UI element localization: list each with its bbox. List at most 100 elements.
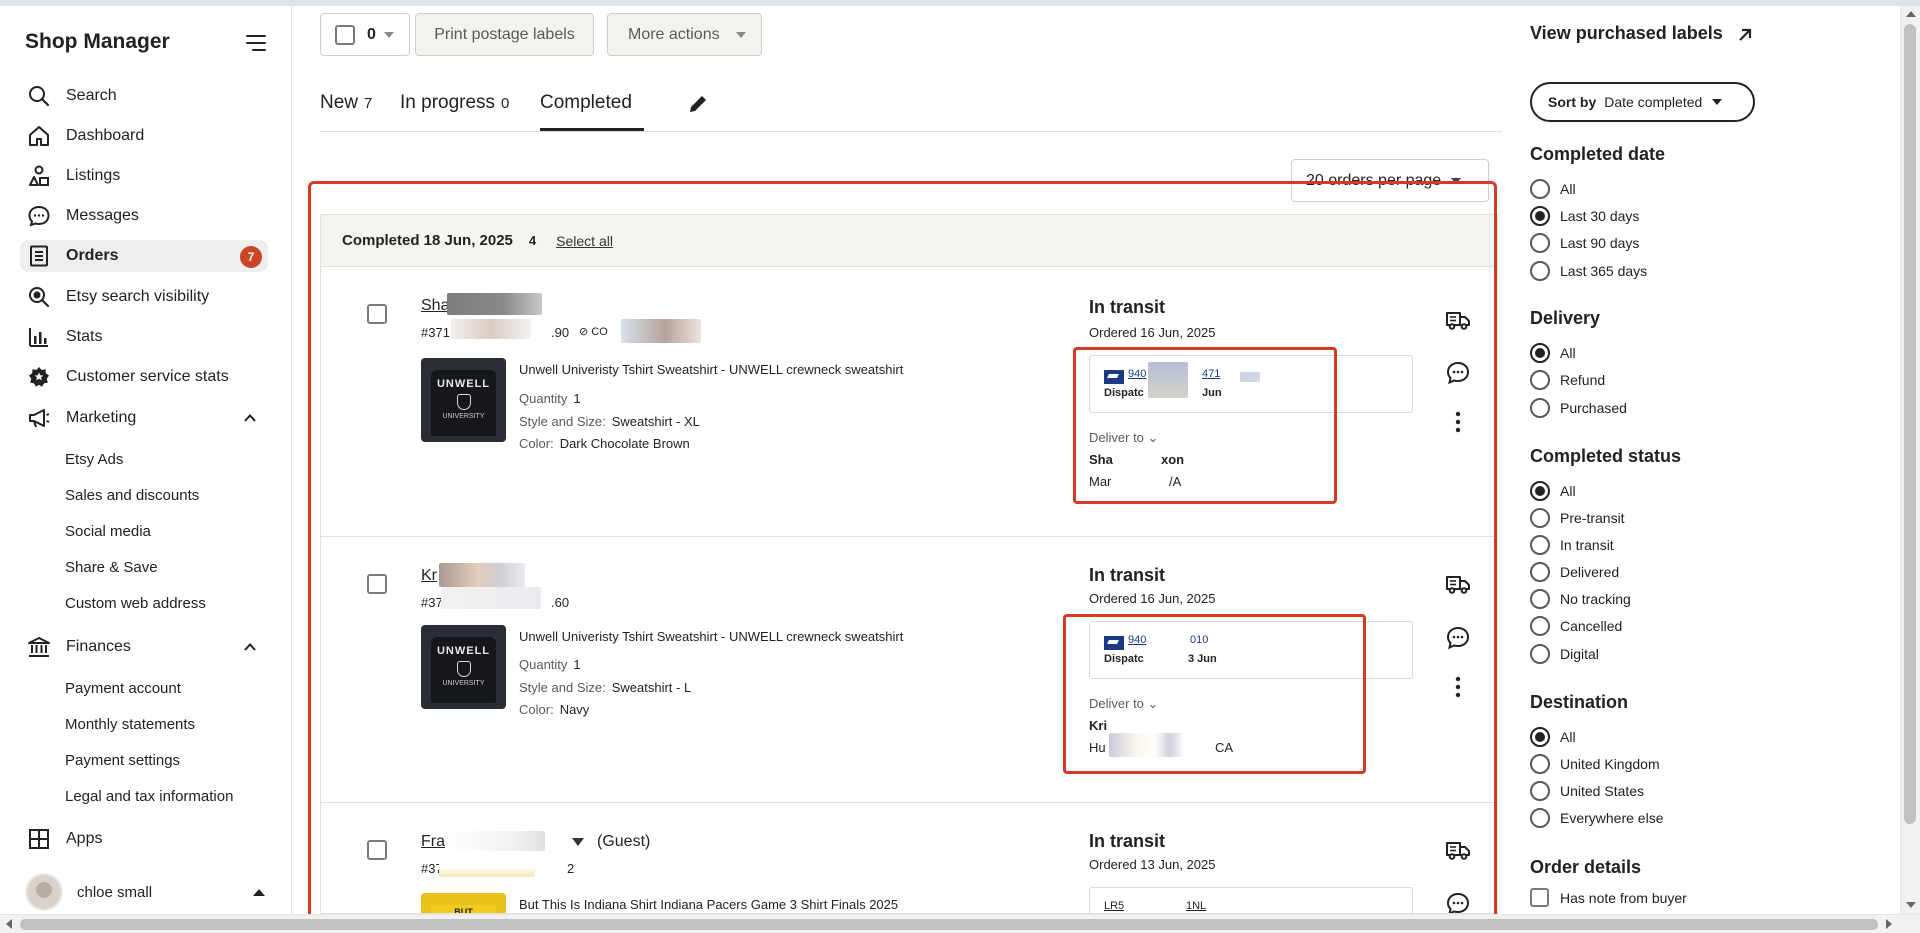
sidebar-item-apps[interactable]: Apps [20, 823, 268, 855]
radio-button[interactable] [1530, 398, 1550, 418]
radio-completed-all[interactable]: All [1530, 178, 1576, 200]
sidebar-item-dashboard[interactable]: Dashboard [20, 120, 268, 152]
radio-completed-30[interactable]: Last 30 days [1530, 205, 1639, 227]
sidebar-sub-custom-web-address[interactable]: Custom web address [65, 595, 206, 612]
sidebar-sub-monthly-statements[interactable]: Monthly statements [65, 716, 195, 733]
sidebar-item-search-visibility[interactable]: Etsy search visibility [20, 281, 268, 313]
radio-button[interactable] [1530, 754, 1550, 774]
radio-status-delivered[interactable]: Delivered [1530, 561, 1619, 583]
print-postage-labels-button[interactable]: Print postage labels [415, 13, 594, 56]
more-options-icon[interactable] [1445, 674, 1471, 700]
message-buyer-icon[interactable] [1445, 891, 1471, 914]
sidebar-sub-legal-tax[interactable]: Legal and tax information [65, 788, 233, 805]
radio-button-selected[interactable] [1530, 481, 1550, 501]
bulk-select-dropdown[interactable]: 0 [320, 13, 410, 56]
vertical-scroll-thumb[interactable] [1904, 24, 1916, 824]
sidebar-sub-social-media[interactable]: Social media [65, 523, 151, 540]
sidebar-item-listings[interactable]: Listings [20, 160, 268, 192]
product-thumbnail[interactable]: BUT [421, 893, 506, 913]
buyer-dropdown-caret-icon[interactable] [572, 838, 584, 846]
more-actions-button[interactable]: More actions [607, 13, 762, 56]
radio-button[interactable] [1530, 370, 1550, 390]
order-checkbox[interactable] [367, 840, 387, 860]
select-all-link[interactable]: Select all [556, 233, 613, 249]
radio-status-pre-transit[interactable]: Pre-transit [1530, 507, 1625, 529]
sidebar-sub-sales-discounts[interactable]: Sales and discounts [65, 487, 199, 504]
buyer-name-link[interactable]: Sha [421, 297, 449, 315]
orders-per-page-select[interactable]: 20 orders per page [1291, 159, 1489, 202]
radio-status-no-tracking[interactable]: No tracking [1530, 588, 1631, 610]
radio-status-in-transit[interactable]: In transit [1530, 534, 1614, 556]
radio-delivery-all[interactable]: All [1530, 342, 1576, 364]
select-all-checkbox[interactable] [335, 24, 355, 45]
edit-tabs-icon[interactable] [686, 92, 710, 116]
user-menu[interactable]: chloe small [25, 873, 275, 911]
radio-delivery-purchased[interactable]: Purchased [1530, 397, 1627, 419]
tracking-number-link[interactable]: LR5 [1104, 900, 1124, 912]
shipping-truck-icon[interactable] [1445, 307, 1471, 333]
radio-button[interactable] [1530, 508, 1550, 528]
radio-button-selected[interactable] [1530, 343, 1550, 363]
more-options-icon[interactable] [1445, 409, 1471, 435]
radio-button-selected[interactable] [1530, 206, 1550, 226]
product-thumbnail[interactable]: UNWELL UNIVERSITY [421, 625, 506, 709]
radio-destination-us[interactable]: United States [1530, 780, 1644, 802]
view-purchased-labels-link[interactable]: View purchased labels [1530, 23, 1723, 44]
radio-completed-90[interactable]: Last 90 days [1530, 232, 1639, 254]
order-checkbox[interactable] [367, 304, 387, 324]
radio-status-cancelled[interactable]: Cancelled [1530, 615, 1622, 637]
radio-destination-all[interactable]: All [1530, 726, 1576, 748]
radio-status-all[interactable]: All [1530, 480, 1576, 502]
radio-button[interactable] [1530, 616, 1550, 636]
sidebar-item-finances[interactable]: Finances [20, 631, 268, 663]
radio-button[interactable] [1530, 781, 1550, 801]
radio-button-selected[interactable] [1530, 727, 1550, 747]
buyer-name-link[interactable]: Fra [421, 833, 445, 851]
sidebar-sub-share-save[interactable]: Share & Save [65, 559, 158, 576]
radio-button[interactable] [1530, 535, 1550, 555]
radio-completed-365[interactable]: Last 365 days [1530, 260, 1647, 282]
radio-destination-else[interactable]: Everywhere else [1530, 807, 1664, 829]
tab-new[interactable]: New 7 [320, 92, 372, 114]
radio-button[interactable] [1530, 562, 1550, 582]
order-checkbox[interactable] [367, 574, 387, 594]
shipping-truck-icon[interactable] [1445, 837, 1471, 863]
sidebar-sub-payment-account[interactable]: Payment account [65, 680, 181, 697]
vertical-scrollbar[interactable] [1900, 6, 1920, 914]
item-title[interactable]: Unwell Univeristy Tshirt Sweatshirt - UN… [519, 629, 903, 644]
sidebar-item-customer-service[interactable]: Customer service stats [20, 361, 268, 393]
product-thumbnail[interactable]: UNWELL UNIVERSITY [421, 358, 506, 442]
sidebar-item-stats[interactable]: Stats [20, 321, 268, 353]
tab-in-progress[interactable]: In progress 0 [400, 92, 509, 114]
message-buyer-icon[interactable] [1445, 360, 1471, 386]
item-title[interactable]: But This Is Indiana Shirt Indiana Pacers… [519, 897, 898, 912]
sidebar-sub-payment-settings[interactable]: Payment settings [65, 752, 180, 769]
has-note-filter[interactable]: Has note from buyer [1530, 888, 1687, 907]
radio-delivery-refund[interactable]: Refund [1530, 369, 1605, 391]
sidebar-item-search[interactable]: Search [20, 80, 268, 112]
item-title[interactable]: Unwell Univeristy Tshirt Sweatshirt - UN… [519, 362, 903, 377]
menu-icon[interactable] [246, 34, 268, 52]
radio-button[interactable] [1530, 808, 1550, 828]
shipping-truck-icon[interactable] [1445, 571, 1471, 597]
radio-button[interactable] [1530, 261, 1550, 281]
radio-status-digital[interactable]: Digital [1530, 643, 1599, 665]
radio-button[interactable] [1530, 589, 1550, 609]
sidebar-sub-etsy-ads[interactable]: Etsy Ads [65, 451, 123, 468]
radio-button[interactable] [1530, 644, 1550, 664]
chevron-up-icon[interactable] [244, 641, 256, 653]
radio-button[interactable] [1530, 179, 1550, 199]
chevron-up-icon[interactable] [244, 412, 256, 424]
sidebar-item-marketing[interactable]: Marketing [20, 402, 268, 434]
tab-completed[interactable]: Completed [540, 92, 632, 114]
has-note-checkbox[interactable] [1530, 888, 1549, 907]
sidebar-item-orders[interactable]: Orders 7 [20, 240, 268, 272]
radio-destination-uk[interactable]: United Kingdom [1530, 753, 1660, 775]
horizontal-scroll-thumb[interactable] [20, 919, 1878, 930]
buyer-name-link[interactable]: Kr [421, 567, 437, 585]
sidebar-item-messages[interactable]: Messages [20, 200, 268, 232]
sort-by-button[interactable]: Sort by Date completed [1530, 82, 1755, 122]
message-buyer-icon[interactable] [1445, 625, 1471, 651]
horizontal-scrollbar[interactable] [0, 914, 1920, 933]
radio-button[interactable] [1530, 233, 1550, 253]
